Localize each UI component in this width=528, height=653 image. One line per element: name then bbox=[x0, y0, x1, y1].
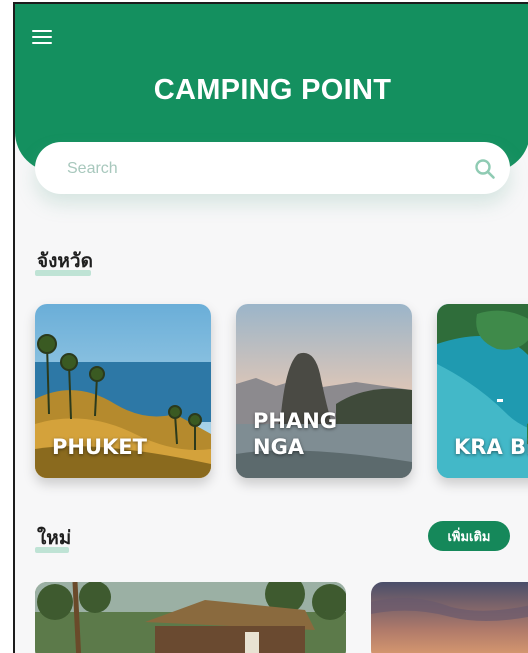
more-button[interactable]: เพิ่มเติม bbox=[428, 521, 510, 551]
new-heading-text: ใหม่ bbox=[37, 527, 72, 549]
hamburger-menu-icon[interactable] bbox=[32, 30, 52, 46]
provinces-heading: จังหวัด bbox=[35, 246, 93, 276]
provinces-heading-text: จังหวัด bbox=[37, 250, 93, 272]
campsite-image bbox=[35, 582, 346, 653]
search-input[interactable] bbox=[65, 142, 449, 196]
sunset-image bbox=[371, 582, 528, 653]
app-screen: CAMPING POINT จังหวัด bbox=[13, 2, 528, 653]
search-icon[interactable] bbox=[474, 158, 496, 180]
province-label: KRA BI bbox=[454, 435, 528, 459]
province-card-krabi[interactable]: KRA BI bbox=[437, 304, 528, 478]
province-label: PHUKET bbox=[52, 435, 147, 459]
new-heading: ใหม่ bbox=[35, 523, 72, 553]
new-place-card[interactable] bbox=[371, 582, 528, 653]
new-place-card[interactable] bbox=[35, 582, 346, 653]
search-bar bbox=[35, 142, 510, 196]
province-card-phuket[interactable]: PHUKET bbox=[35, 304, 211, 478]
province-card-phang-nga[interactable]: PHANG NGA bbox=[236, 304, 412, 478]
province-label: PHANG NGA bbox=[253, 409, 338, 459]
app-title: CAMPING POINT bbox=[153, 74, 392, 106]
